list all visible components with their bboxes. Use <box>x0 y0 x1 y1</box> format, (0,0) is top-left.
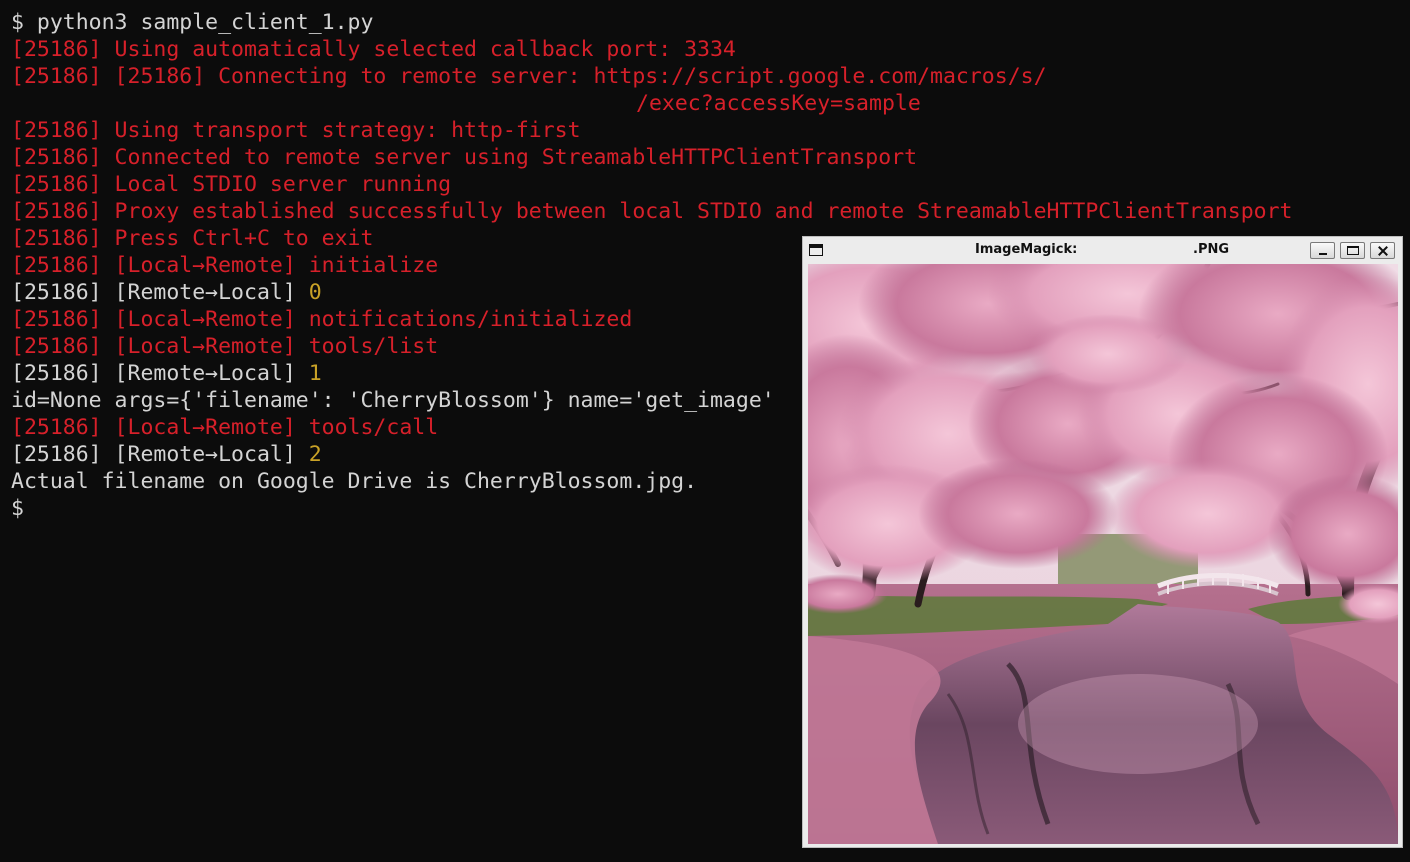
terminal-text: $ <box>11 496 24 521</box>
terminal-line: [25186] [25186] Connecting to remote ser… <box>0 63 1410 90</box>
terminal-line: [25186] Using automatically selected cal… <box>0 36 1410 63</box>
terminal-text: $ python3 sample_client_1.py <box>11 10 374 35</box>
terminal-line: [25186] Local STDIO server running <box>0 171 1410 198</box>
terminal-line: [25186] Connected to remote server using… <box>0 144 1410 171</box>
terminal-text: [25186] Using transport strategy: http-f… <box>11 118 581 143</box>
terminal-text: [25186] [25186] Connecting to remote ser… <box>11 64 1047 89</box>
terminal-text: [25186] [Local→Remote] notifications/ini… <box>11 307 633 332</box>
terminal-text: [25186] [Local→Remote] tools/call <box>11 415 439 440</box>
close-icon <box>1377 244 1389 257</box>
terminal-text: 2 <box>308 442 322 467</box>
terminal-text: 1 <box>308 361 322 386</box>
terminal-text: [25186] Connected to remote server using… <box>11 145 918 170</box>
terminal-line: [25186] Proxy established successfully b… <box>0 198 1410 225</box>
imagemagick-titlebar[interactable]: ImageMagick: .PNG <box>803 237 1402 263</box>
cherry-blossom-image <box>808 264 1398 844</box>
terminal-text: [25186] Press Ctrl+C to exit <box>11 226 374 251</box>
maximize-button[interactable] <box>1340 242 1365 259</box>
terminal-text: [25186] Proxy established successfully b… <box>11 199 1293 224</box>
window-title-file: .PNG <box>1193 242 1230 257</box>
window-menu-icon[interactable] <box>809 244 823 256</box>
terminal-line: /exec?accessKey=sample <box>0 90 1410 117</box>
maximize-icon <box>1347 246 1359 255</box>
terminal-text: [25186] [Local→Remote] initialize <box>11 253 439 278</box>
terminal-text: [25186] [Remote→Local] <box>11 361 309 386</box>
terminal-text: /exec?accessKey=sample <box>636 91 921 116</box>
terminal-text: 0 <box>308 280 322 305</box>
close-button[interactable] <box>1370 242 1395 259</box>
terminal-text: [25186] Local STDIO server running <box>11 172 452 197</box>
minimize-icon <box>1319 253 1327 255</box>
terminal-line: [25186] Using transport strategy: http-f… <box>0 117 1410 144</box>
terminal-text: [25186] Using automatically selected cal… <box>11 37 736 62</box>
terminal-text: id=None args={'filename': 'CherryBlossom… <box>11 388 775 413</box>
window-title-app: ImageMagick: <box>975 242 1078 257</box>
terminal-text: [25186] [Remote→Local] <box>11 280 309 305</box>
terminal-text: [25186] [Local→Remote] tools/list <box>11 334 439 359</box>
image-display[interactable] <box>808 264 1398 844</box>
terminal-line: $ python3 sample_client_1.py <box>0 9 1410 36</box>
terminal-text: Actual filename on Google Drive is Cherr… <box>11 469 698 494</box>
terminal-text: [25186] [Remote→Local] <box>11 442 309 467</box>
minimize-button[interactable] <box>1310 242 1335 259</box>
imagemagick-window[interactable]: ImageMagick: .PNG <box>802 236 1403 848</box>
